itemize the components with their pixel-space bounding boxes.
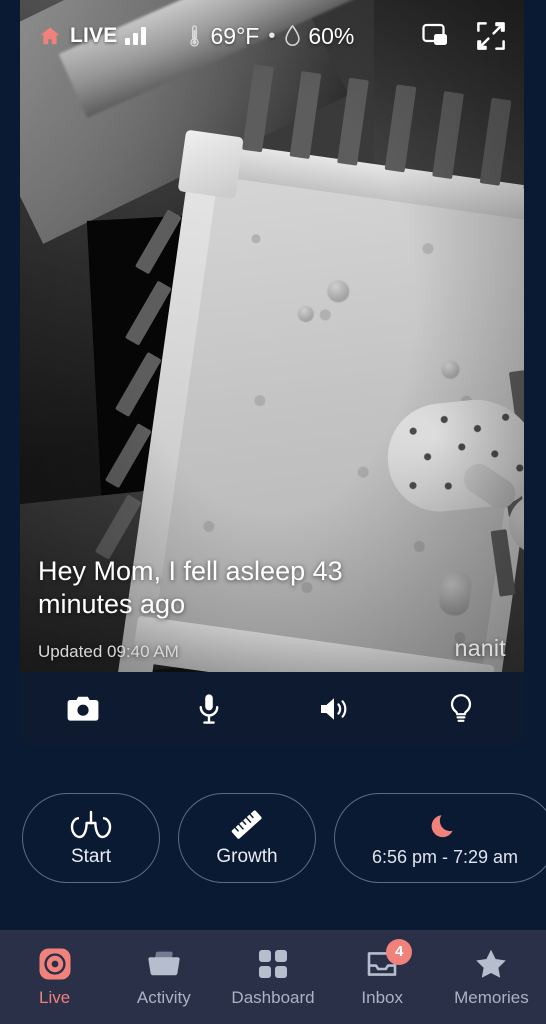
nav-label: Live (39, 987, 71, 1007)
live-label: LIVE (70, 24, 118, 47)
picture-in-picture-icon[interactable] (422, 23, 450, 49)
grid-icon (257, 947, 289, 981)
pill-label: 6:56 pm - 7:29 am (371, 846, 519, 867)
star-icon (474, 947, 508, 981)
nightlight-button[interactable] (398, 672, 524, 746)
nav-label: Memories (454, 987, 529, 1007)
inbox-icon: 4 (366, 938, 413, 981)
live-video-card[interactable]: LIVE 69°F • 60% Hey Mom, I fell asleep 4… (20, 0, 524, 672)
home-icon (38, 25, 62, 47)
sleep-status-message: Hey Mom, I fell asleep 43 minutes ago (38, 556, 343, 620)
temperature-value: 69°F (210, 22, 260, 49)
folder-icon (147, 947, 181, 981)
pill-label: Start (70, 846, 112, 867)
quick-action-pills: Start Growth 6:56 pm - 7:29 am (22, 793, 546, 883)
nav-memories[interactable]: Memories (437, 930, 546, 1024)
speaker-icon (319, 695, 351, 723)
last-updated-text: Updated 09:40 AM (38, 642, 179, 661)
separator-dot: • (268, 24, 276, 47)
camera-button[interactable] (20, 672, 146, 746)
breathing-start-pill[interactable]: Start (22, 793, 160, 883)
nav-inbox[interactable]: 4 Inbox (328, 930, 437, 1024)
camera-control-bar (20, 672, 524, 746)
nav-label: Dashboard (231, 987, 315, 1007)
microphone-icon (197, 693, 221, 725)
sleep-schedule-pill[interactable]: 6:56 pm - 7:29 am (334, 793, 546, 883)
fullscreen-icon[interactable] (476, 21, 506, 51)
signal-bars-icon (125, 27, 147, 45)
live-status-group: LIVE (38, 24, 147, 48)
nav-activity[interactable]: Activity (109, 930, 218, 1024)
camera-icon (67, 695, 99, 723)
growth-pill[interactable]: Growth (178, 793, 316, 883)
nav-live[interactable]: Live (0, 930, 109, 1024)
thermometer-icon (186, 24, 203, 48)
nav-label: Activity (136, 987, 191, 1007)
app-root: LIVE 69°F • 60% Hey Mom, I fell asleep 4… (0, 0, 546, 1024)
live-target-icon (38, 947, 72, 981)
microphone-button[interactable] (146, 672, 272, 746)
video-status-overlay: LIVE 69°F • 60% (20, 16, 524, 56)
environment-readings: 69°F • 60% (186, 23, 354, 50)
lungs-icon (69, 808, 113, 842)
speaker-button[interactable] (272, 672, 398, 746)
nanit-logo: nanit (454, 635, 506, 661)
nav-label: Inbox (361, 987, 403, 1007)
lightbulb-icon (448, 693, 474, 725)
water-drop-icon (284, 24, 301, 48)
bottom-navigation: Live Activity Dashboard 4 Inbox Memories (0, 930, 546, 1024)
ruler-icon (229, 808, 265, 842)
moon-icon (430, 809, 460, 843)
inbox-badge: 4 (386, 938, 413, 965)
sleep-status-overlay: Hey Mom, I fell asleep 43 minutes ago Up… (38, 555, 506, 662)
humidity-value: 60% (308, 22, 355, 49)
nav-dashboard[interactable]: Dashboard (218, 930, 327, 1024)
pill-label: Growth (216, 846, 278, 867)
video-window-actions (422, 21, 506, 51)
